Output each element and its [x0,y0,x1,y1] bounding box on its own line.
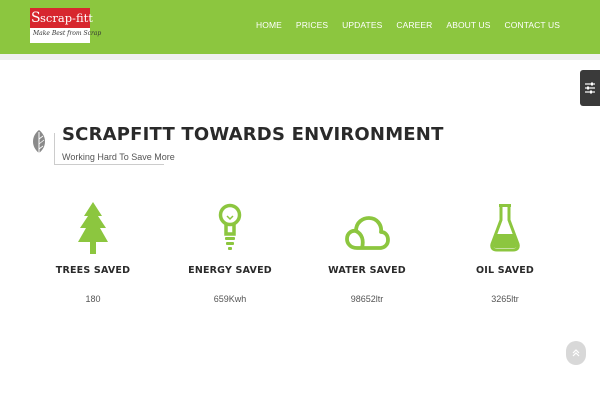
stat-trees: TREES SAVED 180 [33,200,153,304]
stat-oil: OIL SAVED 3265ltr [445,200,565,304]
sliders-icon [585,82,595,94]
cloud-icon [345,216,390,250]
page: S scrap-fitt Make Best from Scrap HOME P… [0,0,600,400]
logo-tagline: Make Best from Scrap [33,30,102,37]
tree-icon [78,202,108,254]
bulb-icon [218,203,242,250]
section-subtitle: Working Hard To Save More [62,152,175,162]
flask-icon [490,204,520,252]
chevron-up-icon [572,349,580,357]
stat-water: WATER SAVED 98652ltr [307,200,427,304]
stat-value: 659Kwh [213,294,247,304]
subtitle-rule [54,164,164,165]
logo[interactable]: S scrap-fitt Make Best from Scrap [30,8,101,43]
stat-title: ENERGY SAVED [188,265,272,276]
nav-prices[interactable]: PRICES [296,20,328,30]
section-title: SCRAPFITT TOWARDS ENVIRONMENT [62,124,444,145]
settings-button[interactable] [580,70,600,106]
stat-title: WATER SAVED [328,265,406,276]
stat-value: 98652ltr [350,294,384,304]
leaf-icon [30,129,48,162]
logo-name: scrap-fitt [40,11,93,25]
stat-title: OIL SAVED [475,265,535,276]
logo-banner: S scrap-fitt [30,8,93,28]
heading-rule [54,133,55,165]
scroll-to-top-button[interactable] [566,341,586,365]
main-nav: HOME PRICES UPDATES CAREER ABOUT US CONT… [256,20,560,30]
header-divider [0,54,600,60]
header: S scrap-fitt Make Best from Scrap HOME P… [0,0,600,54]
nav-career[interactable]: CAREER [396,20,432,30]
stat-value: 3265ltr [491,294,519,304]
nav-contact-us[interactable]: CONTACT US [505,20,560,30]
nav-updates[interactable]: UPDATES [342,20,382,30]
stat-energy: ENERGY SAVED 659Kwh [170,200,290,304]
stat-title: TREES SAVED [55,265,131,276]
nav-about-us[interactable]: ABOUT US [446,20,490,30]
stat-value: 180 [85,294,101,304]
nav-home[interactable]: HOME [256,20,282,30]
